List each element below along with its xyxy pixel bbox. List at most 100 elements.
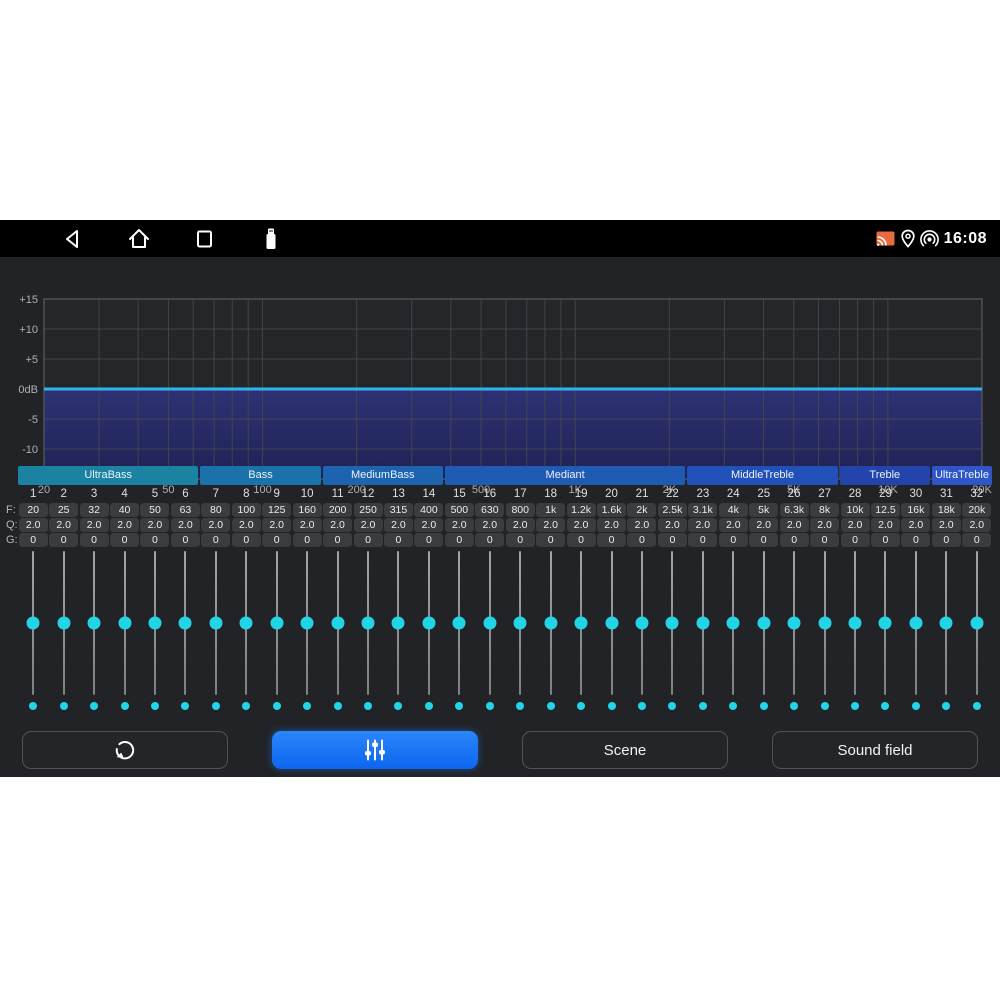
channel-dot-23 <box>699 702 707 710</box>
gain-chip-21: 0 <box>627 533 656 547</box>
channel-number-18: 18 <box>535 487 565 502</box>
band-segment-middletreble[interactable]: MiddleTreble <box>687 466 837 485</box>
slider-knob-12[interactable] <box>362 617 375 630</box>
slider-knob-10[interactable] <box>301 617 314 630</box>
eq-slider-26[interactable] <box>779 551 809 695</box>
gain-chip-3: 0 <box>80 533 109 547</box>
eq-slider-19[interactable] <box>566 551 596 695</box>
slider-knob-16[interactable] <box>483 617 496 630</box>
eq-slider-1[interactable] <box>18 551 48 695</box>
frequency-chip-3: 32 <box>80 503 109 517</box>
eq-slider-21[interactable] <box>627 551 657 695</box>
eq-slider-9[interactable] <box>262 551 292 695</box>
slider-knob-3[interactable] <box>88 617 101 630</box>
slider-knob-13[interactable] <box>392 617 405 630</box>
band-segment-ultrabass[interactable]: UltraBass <box>18 466 198 485</box>
q-factor-chip-21: 2.0 <box>627 518 656 532</box>
eq-slider-20[interactable] <box>596 551 626 695</box>
slider-knob-15[interactable] <box>453 617 466 630</box>
slider-knob-14[interactable] <box>422 617 435 630</box>
usb-device-icon[interactable] <box>259 227 283 251</box>
slider-knob-27[interactable] <box>818 617 831 630</box>
slider-knob-21[interactable] <box>635 617 648 630</box>
slider-knob-8[interactable] <box>240 617 253 630</box>
eq-slider-27[interactable] <box>809 551 839 695</box>
eq-slider-7[interactable] <box>201 551 231 695</box>
eq-slider-6[interactable] <box>170 551 200 695</box>
slider-knob-19[interactable] <box>575 617 588 630</box>
slider-knob-30[interactable] <box>909 617 922 630</box>
eq-slider-18[interactable] <box>535 551 565 695</box>
eq-slider-12[interactable] <box>353 551 383 695</box>
slider-knob-32[interactable] <box>970 617 983 630</box>
eq-slider-28[interactable] <box>840 551 870 695</box>
slider-knob-6[interactable] <box>179 617 192 630</box>
back-icon[interactable] <box>61 227 85 251</box>
q-factor-chip-22: 2.0 <box>658 518 687 532</box>
eq-slider-15[interactable] <box>444 551 474 695</box>
band-segment-ultratreble[interactable]: UltraTreble <box>932 466 992 485</box>
slider-knob-1[interactable] <box>27 617 40 630</box>
eq-slider-13[interactable] <box>383 551 413 695</box>
channel-dot-32 <box>973 702 981 710</box>
eq-slider-3[interactable] <box>79 551 109 695</box>
eq-slider-25[interactable] <box>749 551 779 695</box>
q-factor-chip-12: 2.0 <box>354 518 383 532</box>
eq-slider-11[interactable] <box>322 551 352 695</box>
band-segment-mediumbass[interactable]: MediumBass <box>323 466 443 485</box>
eq-slider-10[interactable] <box>292 551 322 695</box>
channel-number-31: 31 <box>931 487 961 502</box>
eq-slider-17[interactable] <box>505 551 535 695</box>
channel-dot-28 <box>851 702 859 710</box>
gain-chip-4: 0 <box>110 533 139 547</box>
equalizer-button[interactable] <box>272 731 478 769</box>
nav-bar <box>0 227 325 251</box>
slider-knob-5[interactable] <box>148 617 161 630</box>
channel-number-15: 15 <box>444 487 474 502</box>
eq-slider-5[interactable] <box>140 551 170 695</box>
band-segment-treble[interactable]: Treble <box>840 466 930 485</box>
slider-knob-25[interactable] <box>757 617 770 630</box>
slider-knob-20[interactable] <box>605 617 618 630</box>
frequency-chip-12: 250 <box>354 503 383 517</box>
slider-knob-2[interactable] <box>57 617 70 630</box>
band-segment-bass[interactable]: Bass <box>200 466 320 485</box>
eq-slider-31[interactable] <box>931 551 961 695</box>
reset-button[interactable] <box>22 731 228 769</box>
scene-button[interactable]: Scene <box>522 731 728 769</box>
slider-knob-31[interactable] <box>940 617 953 630</box>
eq-slider-29[interactable] <box>870 551 900 695</box>
slider-knob-28[interactable] <box>849 617 862 630</box>
gain-chip-11: 0 <box>323 533 352 547</box>
slider-knob-26[interactable] <box>788 617 801 630</box>
frequency-chip-23: 3.1k <box>688 503 717 517</box>
slider-knob-24[interactable] <box>727 617 740 630</box>
home-icon[interactable] <box>127 227 151 251</box>
eq-slider-14[interactable] <box>414 551 444 695</box>
frequency-chip-30: 16k <box>901 503 930 517</box>
eq-slider-30[interactable] <box>901 551 931 695</box>
band-segment-mediant[interactable]: Mediant <box>445 466 686 485</box>
eq-slider-8[interactable] <box>231 551 261 695</box>
slider-knob-23[interactable] <box>696 617 709 630</box>
frequency-chip-20: 1.6k <box>597 503 626 517</box>
channel-dot-9 <box>273 702 281 710</box>
slider-knob-22[interactable] <box>666 617 679 630</box>
recents-icon[interactable] <box>193 227 217 251</box>
eq-slider-23[interactable] <box>688 551 718 695</box>
eq-slider-4[interactable] <box>109 551 139 695</box>
slider-knob-17[interactable] <box>514 617 527 630</box>
eq-slider-2[interactable] <box>48 551 78 695</box>
slider-knob-7[interactable] <box>209 617 222 630</box>
slider-knob-29[interactable] <box>879 617 892 630</box>
channel-dot-8 <box>242 702 250 710</box>
slider-knob-4[interactable] <box>118 617 131 630</box>
slider-knob-9[interactable] <box>270 617 283 630</box>
eq-slider-24[interactable] <box>718 551 748 695</box>
eq-slider-16[interactable] <box>475 551 505 695</box>
eq-slider-22[interactable] <box>657 551 687 695</box>
sound-field-button[interactable]: Sound field <box>772 731 978 769</box>
slider-knob-11[interactable] <box>331 617 344 630</box>
eq-slider-32[interactable] <box>962 551 992 695</box>
slider-knob-18[interactable] <box>544 617 557 630</box>
